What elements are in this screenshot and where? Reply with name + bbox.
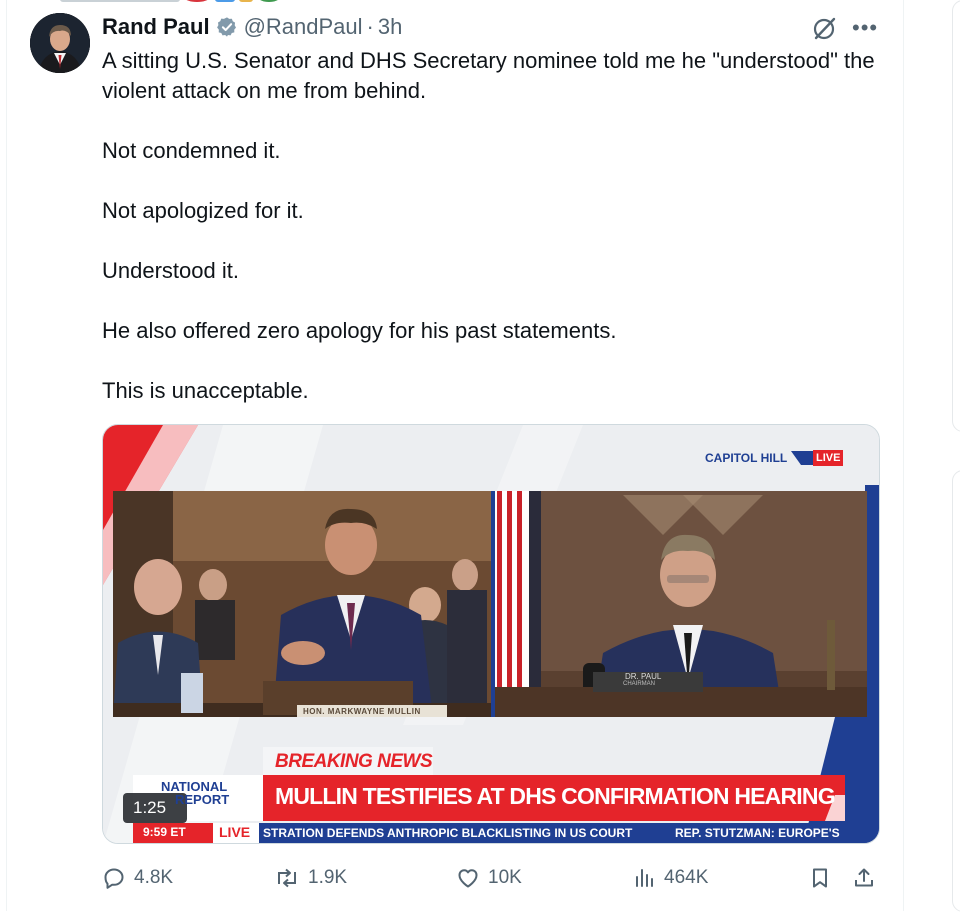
timestamp[interactable]: 3h — [378, 14, 402, 40]
avatar[interactable] — [30, 13, 90, 73]
headline-text: MULLIN TESTIFIES AT DHS CONFIRMATION HEA… — [275, 783, 836, 809]
action-bar: 4.8K 1.9K 10K 464K — [102, 860, 880, 896]
location-label: CAPITOL HILL — [705, 451, 788, 465]
tweet-paragraph: Not condemned it. — [102, 138, 281, 163]
reply-button[interactable]: 4.8K — [102, 860, 173, 896]
tweet-header: Rand Paul @RandPaul · 3h — [102, 12, 402, 42]
views-count: 464K — [664, 867, 709, 888]
more-options-icon[interactable]: ••• — [852, 17, 878, 39]
ticker-live: LIVE — [219, 824, 251, 840]
tweet-paragraph: A sitting U.S. Senator and DHS Secretary… — [102, 48, 875, 103]
live-tag: LIVE — [816, 452, 841, 464]
video-duration: 1:25 — [133, 798, 167, 817]
ticker-text: STRATION DEFENDS ANTHROPIC BLACKLISTING … — [263, 826, 633, 840]
breaking-news-label: BREAKING NEWS — [275, 751, 433, 772]
author-name[interactable]: Rand Paul — [102, 14, 210, 40]
verified-badge-icon — [216, 16, 238, 38]
share-icon — [855, 868, 873, 887]
header-separator: · — [366, 14, 374, 39]
reply-count: 4.8K — [134, 867, 174, 888]
nameplate-left: HON. MARKWAYNE MULLIN — [303, 707, 421, 716]
author-handle[interactable]: @RandPaul — [244, 14, 363, 40]
bookmark-button[interactable] — [808, 860, 840, 896]
bookmark-icon — [813, 868, 827, 888]
share-button[interactable] — [852, 860, 884, 896]
views-button[interactable]: 464K — [632, 860, 708, 896]
repost-count: 1.9K — [308, 867, 348, 888]
tweet-paragraph: This is unacceptable. — [102, 378, 309, 403]
repost-header: reposted — [60, 0, 420, 4]
like-count: 10K — [488, 867, 522, 888]
grok-icon[interactable] — [812, 16, 838, 42]
repost-icon — [278, 868, 296, 888]
video-player[interactable]: CAPITOL HILL LIVE HON. MARKWAYNE MULLIN … — [102, 424, 880, 844]
ticker-clock: 9:59 ET — [143, 825, 186, 839]
tweet-text: A sitting U.S. Senator and DHS Secretary… — [102, 46, 892, 406]
like-button[interactable]: 10K — [456, 860, 522, 896]
heart-icon — [458, 869, 478, 888]
ticker-text-2: REP. STUTZMAN: EUROPE'S — [675, 826, 840, 840]
sidebar-card — [952, 0, 960, 432]
reply-icon — [104, 868, 124, 889]
views-icon — [636, 869, 653, 887]
network-logo-line2: REPORT — [175, 792, 230, 807]
repost-button[interactable]: 1.9K — [274, 860, 347, 896]
sidebar-card-2 — [952, 470, 960, 912]
tweet-paragraph: Not apologized for it. — [102, 198, 304, 223]
nameplate-right-sub: CHAIRMAN — [623, 681, 656, 687]
tweet-paragraph: He also offered zero apology for his pas… — [102, 318, 617, 343]
tweet-paragraph: Understood it. — [102, 258, 239, 283]
nameplate-right: DR. PAUL — [625, 672, 662, 681]
